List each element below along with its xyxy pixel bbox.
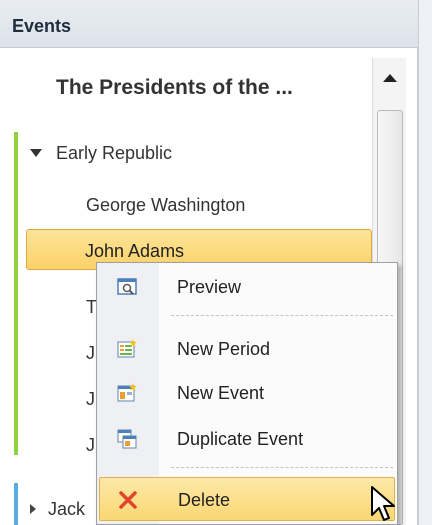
event-item-partial[interactable]: J <box>86 435 95 456</box>
group-jackson[interactable]: Jack <box>30 499 85 520</box>
adjacent-pane-edge <box>418 0 432 525</box>
group-color-bar-jackson <box>14 483 18 525</box>
menu-item-duplicate-event[interactable]: Duplicate Event <box>99 419 395 459</box>
preview-icon <box>117 278 137 295</box>
events-pane-header: Events <box>0 0 418 48</box>
scroll-up-arrow-icon[interactable] <box>373 58 407 96</box>
menu-separator <box>171 467 393 468</box>
timeline-title[interactable]: The Presidents of the ... <box>56 76 293 100</box>
mouse-pointer-icon <box>371 486 395 521</box>
menu-item-label: New Event <box>177 383 265 403</box>
event-item-george-washington[interactable]: George Washington <box>86 195 245 216</box>
expand-triangle-icon[interactable] <box>30 148 42 157</box>
event-item-partial[interactable]: J <box>86 389 95 410</box>
menu-item-label: New Period <box>177 339 271 359</box>
duplicate-event-icon <box>117 429 137 449</box>
group-color-bar-early-republic <box>14 132 18 455</box>
menu-item-label: Delete <box>178 490 231 510</box>
context-menu: Preview New Period New Event Duplicate E… <box>96 262 398 525</box>
group-label: Jack <box>48 499 86 519</box>
menu-separator <box>171 315 393 316</box>
new-event-icon <box>117 383 137 402</box>
group-label: Early Republic <box>56 143 173 163</box>
group-early-republic[interactable]: Early Republic <box>30 143 172 164</box>
new-period-icon <box>117 339 137 358</box>
menu-item-label: Preview <box>177 277 242 297</box>
menu-item-preview[interactable]: Preview <box>99 267 395 307</box>
menu-item-label: Duplicate Event <box>177 429 304 449</box>
menu-item-delete[interactable]: Delete <box>99 477 395 521</box>
event-label: John Adams <box>85 241 185 261</box>
menu-item-new-event[interactable]: New Event <box>99 373 395 413</box>
menu-item-new-period[interactable]: New Period <box>99 329 395 369</box>
event-item-partial[interactable]: J <box>86 343 95 364</box>
delete-x-icon <box>119 491 137 509</box>
collapse-triangle-icon[interactable] <box>30 503 36 514</box>
